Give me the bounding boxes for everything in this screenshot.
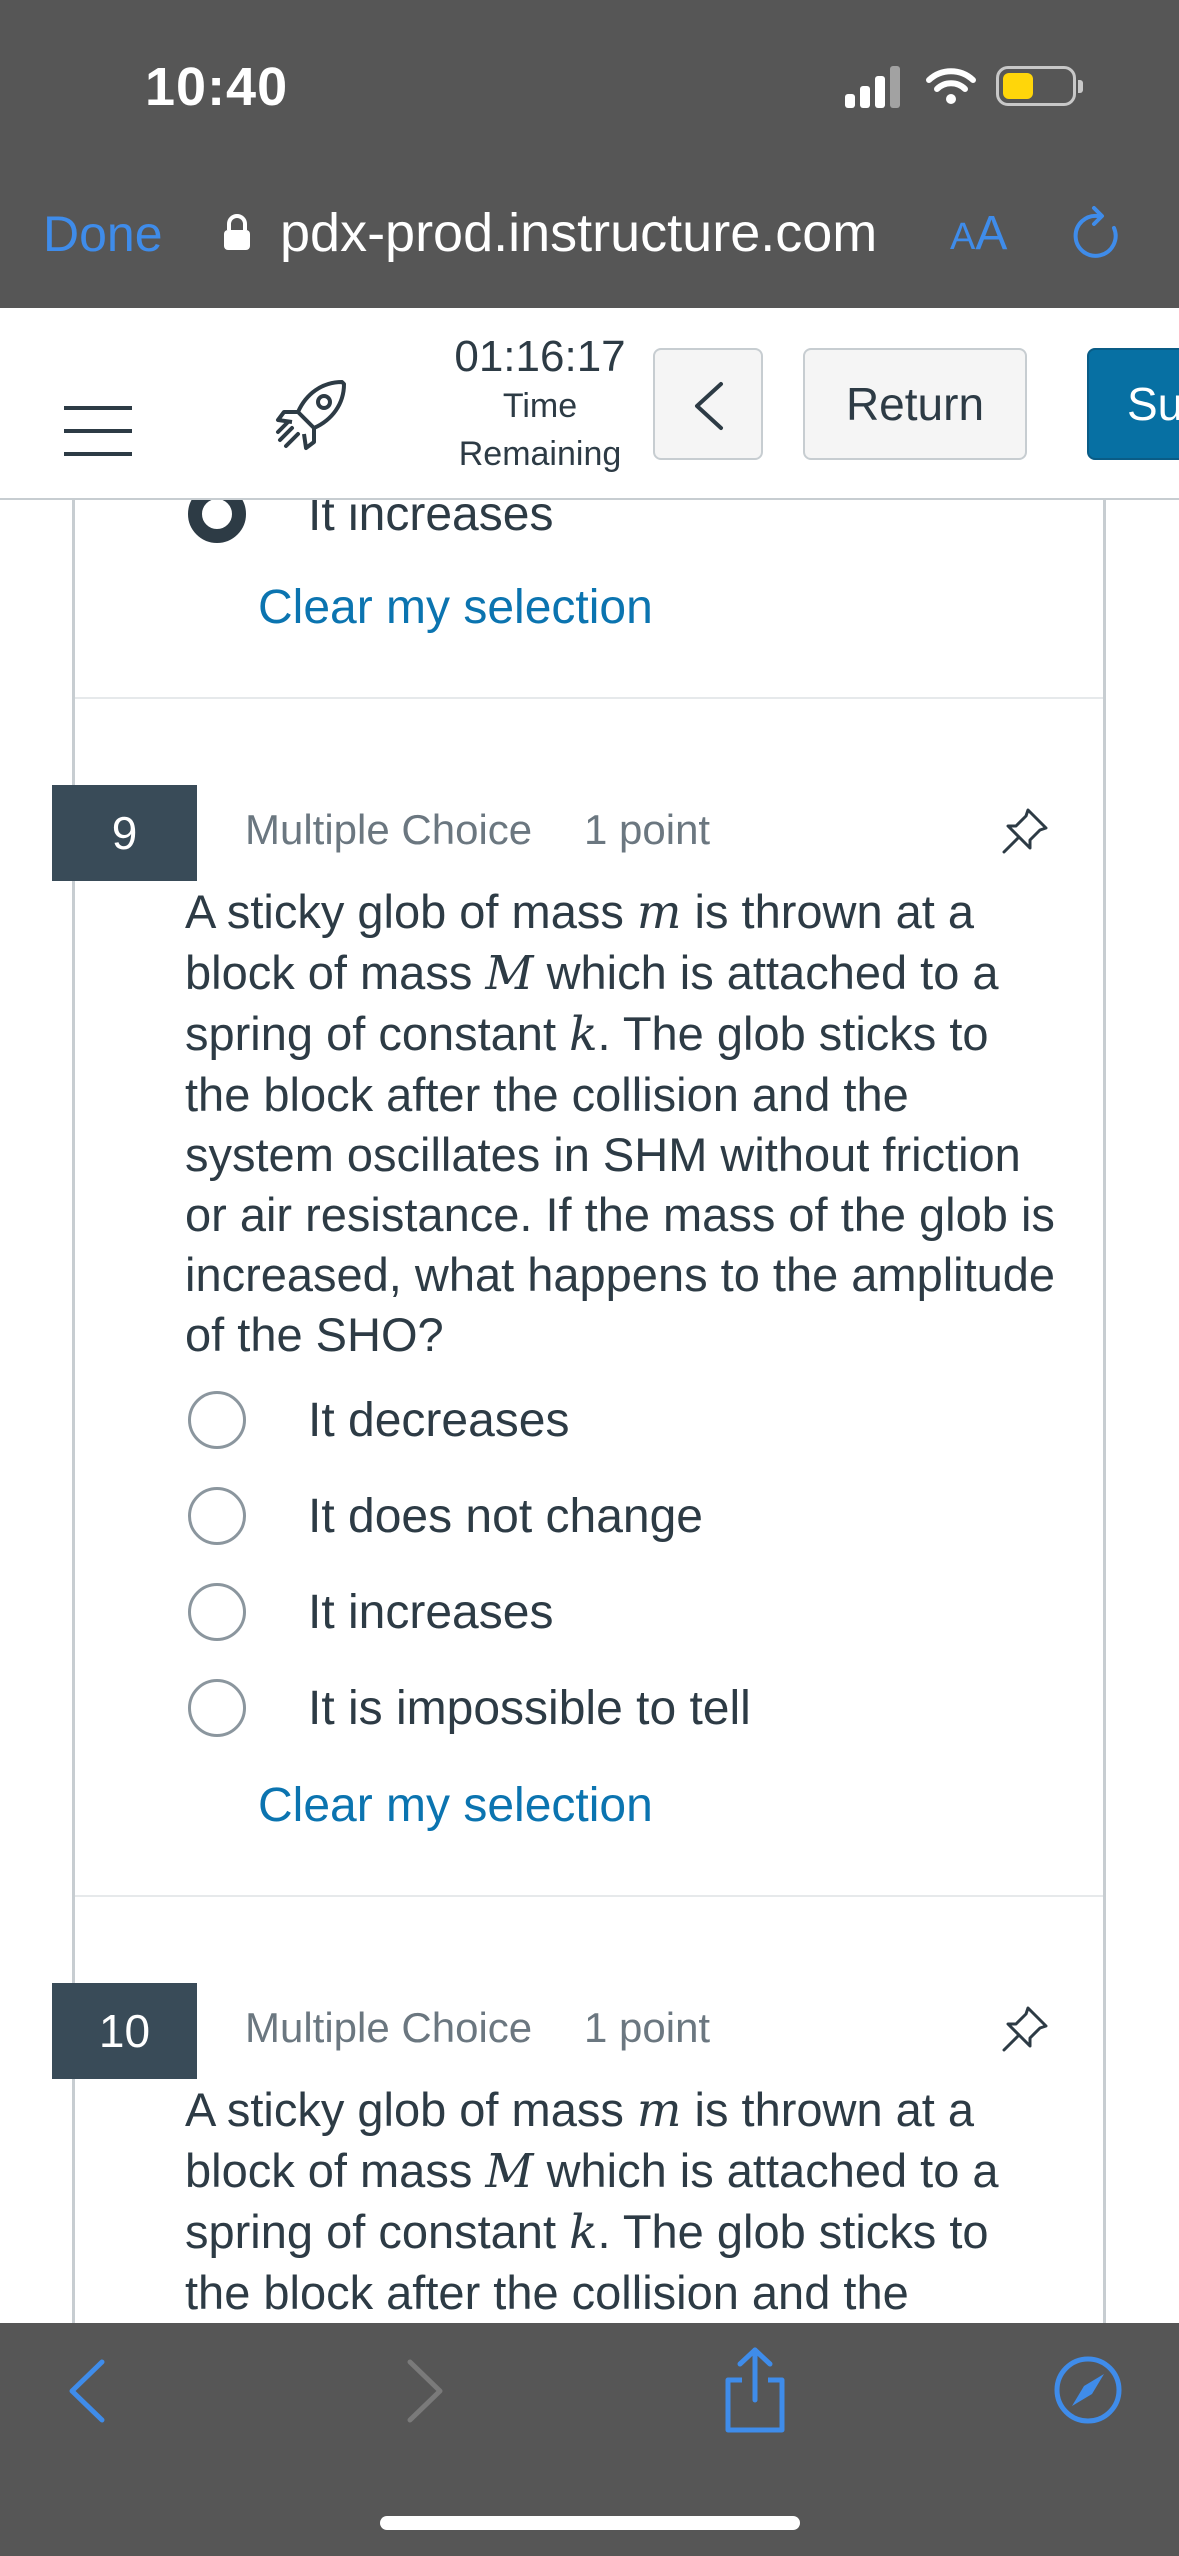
- question-type: Multiple Choice: [245, 806, 533, 853]
- clear-selection-link[interactable]: Clear my selection: [258, 1778, 653, 1833]
- previous-button[interactable]: [653, 348, 763, 460]
- reload-icon[interactable]: [1068, 206, 1128, 266]
- answer-label: It increases: [308, 1585, 554, 1639]
- question-text: A sticky glob of mass m is thrown at a b…: [185, 2083, 999, 2319]
- submit-button[interactable]: Su: [1087, 348, 1179, 460]
- answer-label: It increases: [308, 500, 554, 541]
- math-var-M: M: [485, 946, 534, 1001]
- answer-option[interactable]: It increases: [188, 1580, 553, 1644]
- quiz-content: It increases Clear my selection 9 Multip…: [0, 500, 1179, 2323]
- hamburger-menu-icon[interactable]: [64, 406, 132, 456]
- radio-button[interactable]: [188, 1391, 246, 1449]
- answer-label: It is impossible to tell: [308, 1681, 751, 1735]
- answer-option[interactable]: It is impossible to tell: [188, 1676, 751, 1740]
- question-points: 1 point: [584, 2004, 711, 2051]
- forward-arrow-icon[interactable]: [400, 2356, 450, 2426]
- question-number-badge: 10: [52, 1983, 197, 2079]
- quiz-toolbar: 01:16:17 Time Remaining Return Su: [0, 308, 1179, 500]
- question-text: A sticky glob of mass m is thrown at a b…: [185, 885, 1056, 1361]
- math-var-m: m: [636, 2083, 682, 2138]
- time-remaining: 01:16:17 Time Remaining: [430, 332, 650, 478]
- question-divider: [75, 1895, 1103, 1897]
- answer-option[interactable]: It does not change: [188, 1484, 703, 1548]
- url-address[interactable]: pdx-prod.instructure.com: [280, 202, 877, 264]
- answer-option-selected[interactable]: It increases: [188, 500, 553, 546]
- answer-option[interactable]: It decreases: [188, 1388, 569, 1452]
- answer-label: It does not change: [308, 1489, 703, 1543]
- cellular-signal-icon: [845, 64, 901, 108]
- back-arrow-icon[interactable]: [62, 2356, 112, 2426]
- home-indicator: [380, 2516, 800, 2530]
- share-icon[interactable]: [720, 2346, 790, 2436]
- compass-icon[interactable]: [1052, 2354, 1124, 2426]
- done-button[interactable]: Done: [43, 205, 163, 263]
- question-type: Multiple Choice: [245, 2004, 533, 2051]
- status-time: 10:40: [145, 57, 289, 117]
- answer-label: It decreases: [308, 1393, 570, 1447]
- return-button[interactable]: Return: [803, 348, 1027, 460]
- clear-selection-link[interactable]: Clear my selection: [258, 580, 653, 635]
- timer-label-remaining: Remaining: [458, 435, 622, 473]
- radio-button[interactable]: [188, 1487, 246, 1545]
- math-var-m: m: [636, 885, 682, 940]
- radio-button[interactable]: [188, 1583, 246, 1641]
- math-var-k: k: [569, 1007, 598, 1062]
- battery-icon: [996, 66, 1083, 106]
- question-number-badge: 9: [52, 785, 197, 881]
- question-points: 1 point: [584, 806, 711, 853]
- pin-flag-icon[interactable]: [1000, 2004, 1050, 2054]
- timer-value: 01:16:17: [454, 332, 626, 381]
- text-size-button[interactable]: AA: [950, 206, 1007, 261]
- browser-chrome: 10:40 Done pdx-prod.instructure.com AA: [0, 0, 1179, 308]
- radio-button-selected[interactable]: [188, 500, 246, 543]
- math-var-k: k: [569, 2205, 598, 2260]
- radio-button[interactable]: [188, 1679, 246, 1737]
- timer-label: Time: [502, 387, 578, 425]
- question-divider: [75, 697, 1103, 699]
- wifi-icon: [926, 68, 976, 104]
- pin-flag-icon[interactable]: [1000, 806, 1050, 856]
- rocket-icon[interactable]: [270, 372, 354, 456]
- chevron-left-icon: [695, 382, 723, 430]
- math-var-M: M: [485, 2144, 534, 2199]
- lock-icon: [224, 214, 250, 250]
